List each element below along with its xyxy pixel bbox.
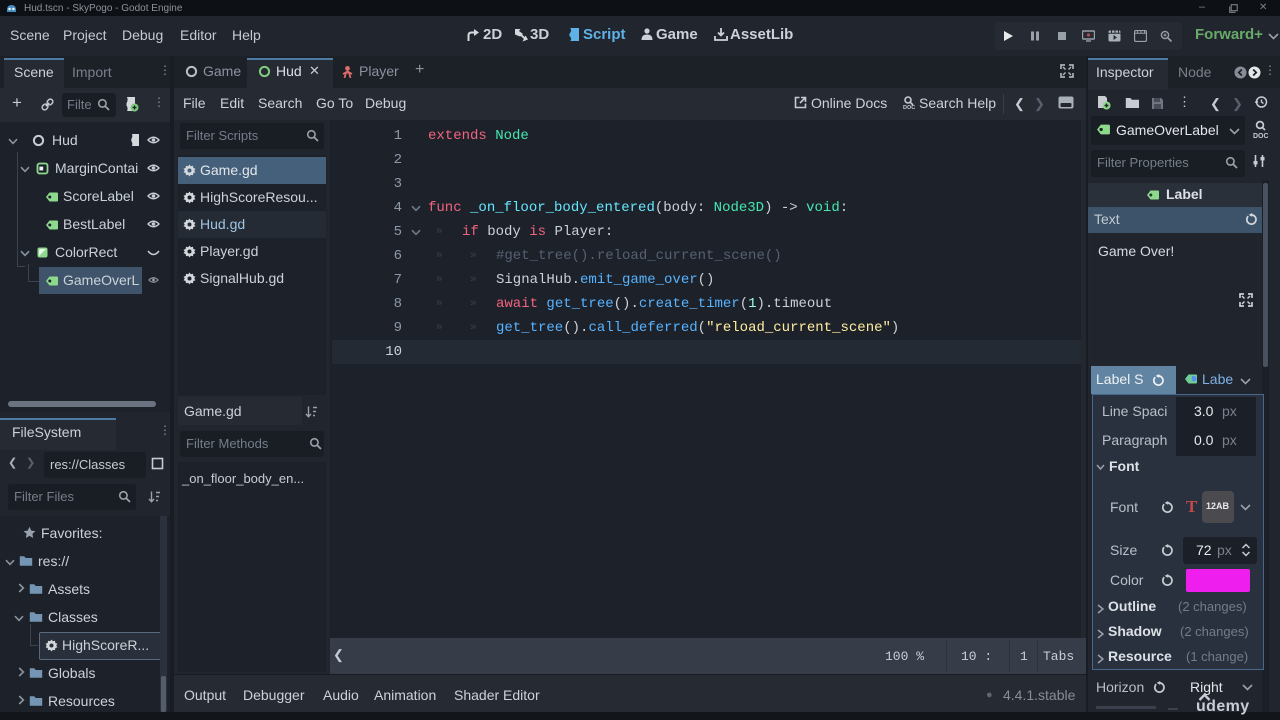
svg-text:DOC: DOC bbox=[1253, 133, 1268, 139]
svg-text:DOC: DOC bbox=[903, 105, 915, 110]
